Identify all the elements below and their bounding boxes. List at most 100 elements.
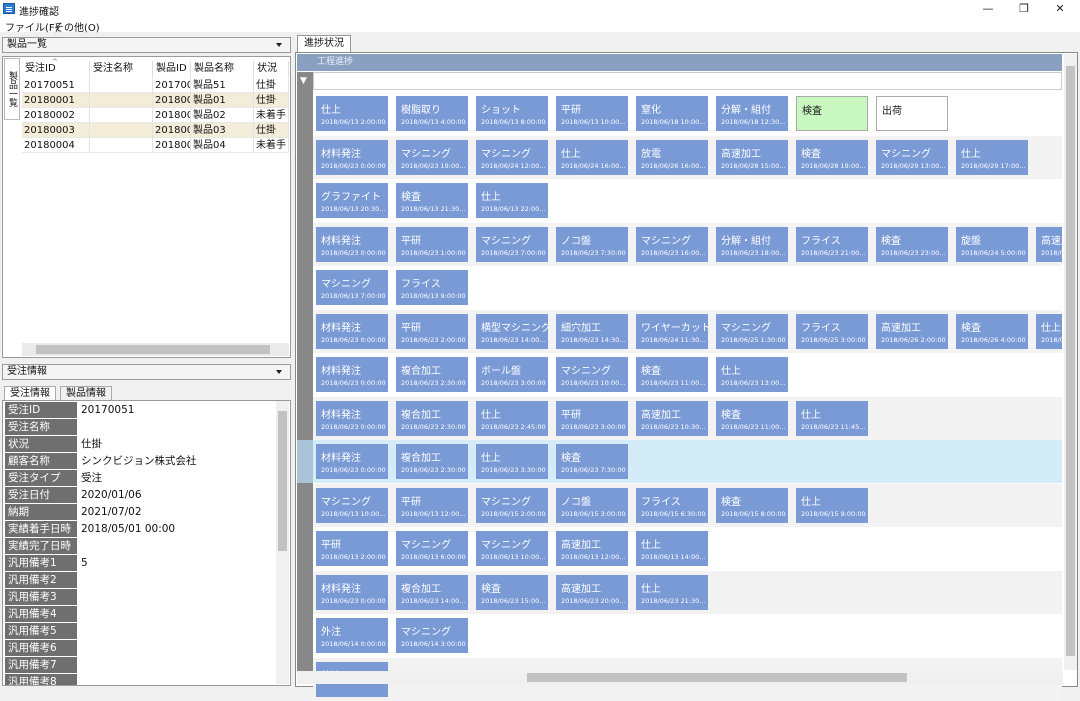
chevron-down-icon[interactable] [276,370,282,374]
process-card[interactable]: 平研 2018/06/23 1:00:00 [396,226,468,262]
info-value[interactable]: 2018/05/01 00:00 [79,521,175,537]
info-value[interactable]: シンクビジョン株式会社 [79,453,197,469]
process-card[interactable]: 材料発注 2018/06/23 0:00:00 [316,139,388,175]
table-row[interactable]: 20180004 2018000製品04未着手 [22,138,289,153]
process-card[interactable]: 旋盤 2018/06/24 5:00:00 [956,226,1028,262]
process-card[interactable]: フライス 2018/06/25 3:00:00 [796,313,868,349]
process-card[interactable]: 材料発注 2018/06/23 0:00:00 [316,444,388,479]
process-card[interactable]: 複合加工 2018/06/23 2:30:00 [396,444,468,479]
order-panel-header[interactable]: 受注情報 [2,364,291,380]
tab-product-info[interactable]: 製品情報 [60,386,112,401]
process-card[interactable]: 仕上 2018/06/23 21:30... [636,574,708,610]
process-card[interactable]: マシニング 2018/06/23 16:00... [636,226,708,262]
col-header-status[interactable]: 状況 [254,61,289,77]
process-card[interactable]: 検査 [796,96,868,131]
progress-vscroll-thumb[interactable] [1066,66,1075,656]
order-info-scroll-thumb[interactable] [278,411,287,551]
process-card[interactable]: 仕上 2018/06/13 14:00... [636,531,708,566]
process-card[interactable]: ボール盤 2018/06/23 3:00:00 [476,357,548,392]
process-card[interactable]: 横型マシニング 2018/06/23 14:00... [476,313,548,349]
process-card[interactable]: 検査 2018/06/23 11:00... [716,400,788,436]
product-panel-header[interactable]: 製品一覧 [2,37,291,53]
col-header-product-name[interactable]: 製品名称 [191,61,254,77]
info-value[interactable] [79,589,81,605]
process-card[interactable]: 分解・組付 2018/06/18 12:30... [716,96,788,131]
progress-hscrollbar[interactable] [297,671,1063,684]
process-card[interactable]: 材料発注 2018/06/23 0:00:00 [316,357,388,392]
process-card[interactable]: マシニング 2018/06/23 19:00... [396,139,468,175]
menu-other[interactable]: その他(O) [54,19,100,34]
process-card[interactable]: 検査 2018/06/23 23:00... [876,226,948,262]
process-card[interactable]: 仕上 2018/06/23 3:30:00 [476,444,548,479]
process-card[interactable]: グラファイト 2018/06/13 20:30... [316,183,388,218]
process-card[interactable]: 仕上 2018/06/23 11:45... [796,400,868,436]
process-card[interactable]: 外注 2018/06/14 0:00:00 [316,618,388,653]
process-card[interactable]: ショット 2018/06/13 8:00:00 [476,96,548,131]
chevron-down-icon[interactable] [276,43,282,47]
info-value[interactable]: 仕掛 [79,436,102,452]
process-card[interactable]: 窒化 2018/06/18 10:00... [636,96,708,131]
process-card[interactable]: 樹脂取り 2018/06/13 4:00:00 [396,96,468,131]
info-value[interactable] [79,419,81,435]
close-button[interactable]: ✕ [1042,0,1078,18]
process-card[interactable]: 高速加工 2018/06/23 20:00... [556,574,628,610]
process-card[interactable]: 材料発注 2018/06/23 0:00:00 [316,574,388,610]
table-row[interactable]: 20170051 2017005製品51仕掛 [22,78,289,93]
info-value[interactable]: 受注 [79,470,102,486]
process-card[interactable]: ワイヤーカット 2018/06/24 11:30... [636,313,708,349]
process-card[interactable]: 材料発注 2018/06/23 0:00:00 [316,313,388,349]
process-card[interactable]: 仕上 2018/06/13 22:00... [476,183,548,218]
process-card[interactable]: 検査 2018/06/15 8:00:00 [716,487,788,523]
process-card[interactable]: 仕上2018/0( [1036,313,1062,349]
process-card[interactable]: 平研 2018/06/13 2:00:00 [316,531,388,566]
process-card[interactable]: フライス 2018/06/23 21:00... [796,226,868,262]
process-card[interactable]: ノコ盤 2018/06/23 7:30:00 [556,226,628,262]
info-value[interactable]: 5 [79,555,88,571]
process-card[interactable]: 仕上 2018/06/23 13:00... [716,357,788,392]
process-card[interactable]: マシニング 2018/06/13 10:00... [316,487,388,523]
process-card[interactable]: 高速加工 2018/06/23 10:30... [636,400,708,436]
process-card[interactable]: 検査 2018/06/23 7:30:00 [556,444,628,479]
progress-vscrollbar[interactable] [1064,54,1077,670]
process-card[interactable]: ノコ盤 2018/06/15 3:00:00 [556,487,628,523]
process-card[interactable]: フライス 2018/06/13 9:00:00 [396,270,468,305]
process-card[interactable]: 材料発注 2018/06/23 0:00:00 [316,226,388,262]
process-card[interactable]: 細穴加工 2018/06/23 14:30... [556,313,628,349]
info-value[interactable]: 20170051 [79,402,134,418]
process-card[interactable]: 仕上 2018/06/23 2:45:00 [476,400,548,436]
minimize-button[interactable]: — [970,0,1006,18]
process-card[interactable]: マシニング 2018/06/15 2:00:00 [476,487,548,523]
col-header-product-id[interactable]: 製品ID [153,61,191,77]
progress-hscroll-thumb[interactable] [527,673,907,682]
process-card[interactable]: 検査 2018/06/23 15:00... [476,574,548,610]
process-card[interactable]: 平研 2018/06/13 12:00... [396,487,468,523]
info-value[interactable]: 2020/01/06 [79,487,142,503]
process-card[interactable]: マシニング 2018/06/13 10:00... [476,531,548,566]
process-card[interactable]: 放電 2018/06/26 16:00... [636,139,708,175]
order-info-scrollbar[interactable] [276,401,289,684]
process-card[interactable]: マシニング 2018/06/23 7:00:00 [476,226,548,262]
process-card[interactable]: 出荷 [876,96,948,131]
process-card[interactable]: 分解・組付 2018/06/23 18:00... [716,226,788,262]
process-card[interactable]: マシニング 2018/06/24 12:00... [476,139,548,175]
info-value[interactable] [79,674,81,685]
tab-progress[interactable]: 進捗状況 [297,35,351,52]
table-row[interactable]: 20180003 2018000製品03仕掛 [22,123,289,138]
process-card[interactable]: 検査 2018/06/23 11:00... [636,357,708,392]
process-card[interactable]: 仕上 2018/06/24 16:00... [556,139,628,175]
process-card[interactable]: 高速加工 2018/06/28 15:00... [716,139,788,175]
col-header-order-name[interactable]: 受注名称 [90,61,153,77]
info-value[interactable] [79,623,81,639]
process-card[interactable]: マシニング 2018/06/25 1:30:00 [716,313,788,349]
process-card[interactable]: 平研 2018/06/13 10:00... [556,96,628,131]
process-card[interactable]: マシニング 2018/06/13 7:00:00 [316,270,388,305]
info-value[interactable] [79,606,81,622]
filter-icon[interactable]: ▼ [300,76,307,86]
tab-order-info[interactable]: 受注情報 [4,386,56,401]
maximize-button[interactable]: ❐ [1006,0,1042,18]
process-card[interactable]: 検査 2018/06/26 4:00:00 [956,313,1028,349]
menu-file[interactable]: ファイル(F) [5,19,59,34]
product-list-scroll-thumb[interactable] [36,345,270,354]
process-card[interactable]: 仕上 2018/06/29 17:00... [956,139,1028,175]
process-card[interactable]: 平研 2018/06/23 2:00:00 [396,313,468,349]
